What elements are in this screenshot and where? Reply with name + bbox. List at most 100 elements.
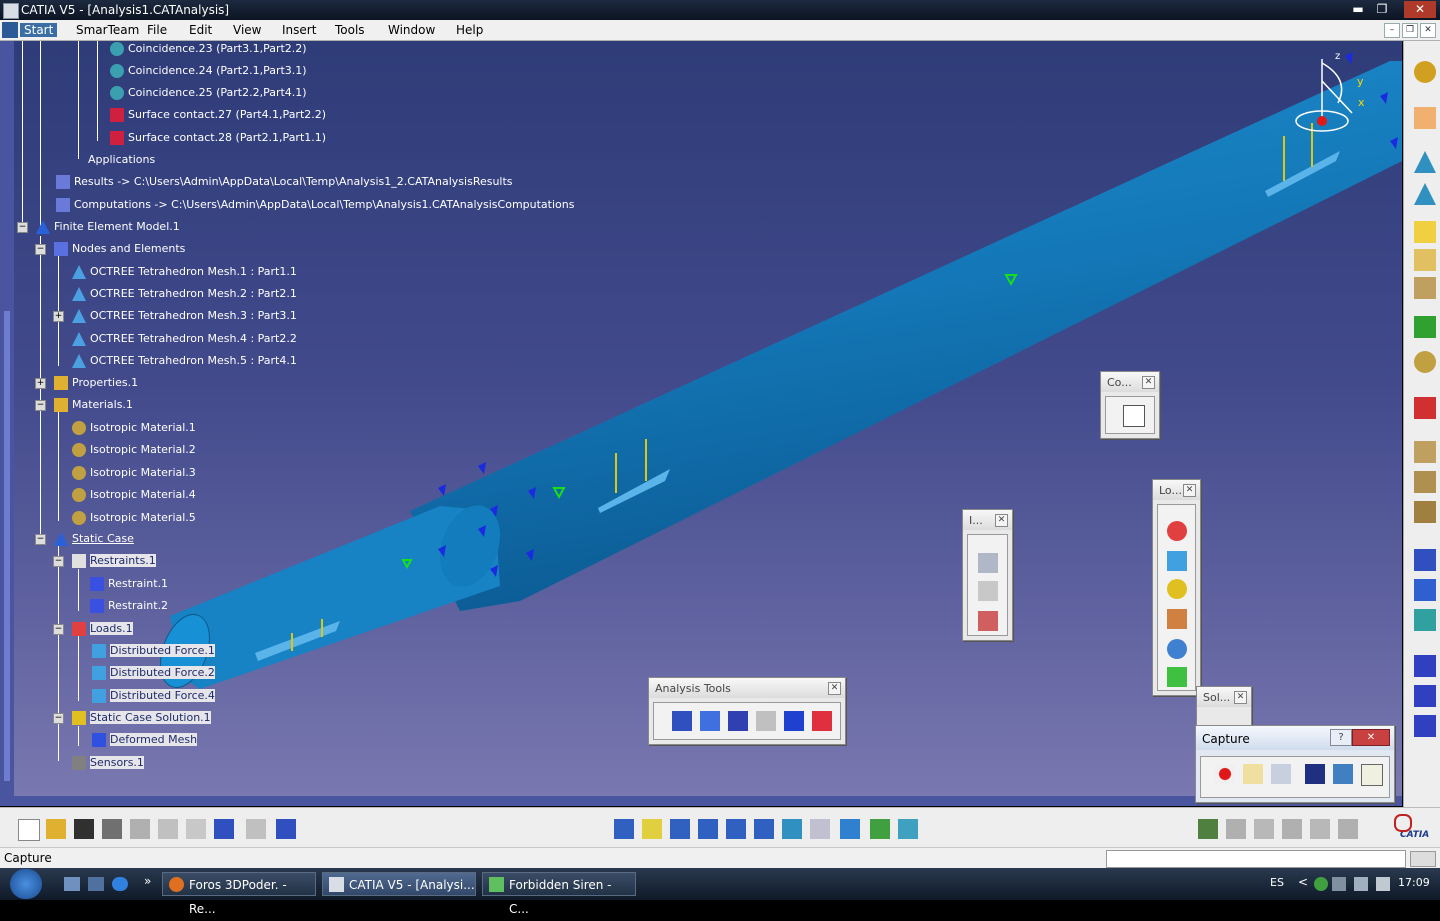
windows-start-button[interactable] <box>10 869 42 899</box>
menu-view[interactable]: View <box>233 23 261 37</box>
tree-node-solution[interactable]: Static Case Solution.1 <box>72 710 211 726</box>
analysis-tool-4-icon[interactable] <box>756 711 776 731</box>
tree-node-restraints[interactable]: Restraints.1 <box>72 553 156 569</box>
expand-toggle[interactable]: + <box>35 378 46 389</box>
normal-view-icon[interactable] <box>782 819 802 839</box>
analysis-tool-2-icon[interactable] <box>700 711 720 731</box>
swap-space-icon[interactable] <box>898 819 918 839</box>
distributed-force-icon[interactable] <box>1167 551 1187 571</box>
rotate-icon[interactable] <box>698 819 718 839</box>
menu-insert[interactable]: Insert <box>282 23 316 37</box>
command-input[interactable] <box>1106 850 1406 868</box>
menu-edit[interactable]: Edit <box>189 23 212 37</box>
tree-node-coincidence23[interactable]: Coincidence.23 (Part3.1,Part2.2) <box>110 41 307 57</box>
expand-toggle[interactable]: − <box>35 534 46 545</box>
switch-windows-icon[interactable] <box>88 877 104 891</box>
tree-node-df2[interactable]: Distributed Force.2 <box>92 665 215 681</box>
menu-start[interactable]: Start <box>20 23 58 37</box>
toolbar-i-header[interactable]: I... ✕ <box>963 510 1012 530</box>
menu-file[interactable]: File <box>147 23 167 37</box>
tree-node-iso4[interactable]: Isotropic Material.4 <box>72 487 196 503</box>
options-icon[interactable] <box>1271 764 1291 784</box>
menu-window[interactable]: Window <box>388 23 435 37</box>
close-icon[interactable]: ✕ <box>1234 691 1247 704</box>
check-icon[interactable] <box>1414 316 1436 338</box>
restraint-tool-3-icon[interactable] <box>1414 609 1436 631</box>
tool-a-icon[interactable] <box>1226 819 1246 839</box>
mesh-tool-2-icon[interactable] <box>1414 183 1436 205</box>
view-mode-icon[interactable] <box>840 819 860 839</box>
hide-show-icon[interactable] <box>870 819 890 839</box>
analysis-tool-1-icon[interactable] <box>672 711 692 731</box>
deformation-icon[interactable] <box>978 611 998 631</box>
undo-icon[interactable] <box>214 819 234 839</box>
restraint-tool-icon[interactable] <box>1414 549 1436 571</box>
help-button[interactable]: ? <box>1330 729 1352 746</box>
analysis-tool-6-icon[interactable] <box>812 711 832 731</box>
redo-icon[interactable] <box>246 819 266 839</box>
tool-d-icon[interactable] <box>1310 819 1330 839</box>
command-button[interactable] <box>1410 851 1436 867</box>
apply-material-icon[interactable] <box>1414 351 1436 373</box>
mdi-minimize-button[interactable]: – <box>1384 23 1400 38</box>
tree-node-deformed[interactable]: Deformed Mesh <box>92 732 198 748</box>
tree-node-static-case[interactable]: Static Case <box>54 531 134 547</box>
analysis-tool-3-icon[interactable] <box>728 711 748 731</box>
shell-property-icon[interactable] <box>1414 249 1436 271</box>
expand-toggle[interactable]: − <box>35 400 46 411</box>
tree-node-mesh5[interactable]: OCTREE Tetrahedron Mesh.5 : Part4.1 <box>72 353 297 369</box>
chart-icon[interactable] <box>1361 764 1383 786</box>
tree-node-mesh4[interactable]: OCTREE Tetrahedron Mesh.4 : Part2.2 <box>72 331 297 347</box>
tree-node-sensors[interactable]: Sensors.1 <box>72 755 144 771</box>
paste-icon[interactable] <box>186 819 206 839</box>
fit-all-icon[interactable] <box>642 819 662 839</box>
tree-node-materials[interactable]: Materials.1 <box>54 397 133 413</box>
virtual-part-icon[interactable] <box>1414 441 1436 463</box>
tree-node-iso5[interactable]: Isotropic Material.5 <box>72 510 196 526</box>
close-icon[interactable]: ✕ <box>828 682 841 695</box>
tree-node-loads[interactable]: Loads.1 <box>72 621 133 637</box>
expand-toggle[interactable]: − <box>35 244 46 255</box>
close-icon[interactable]: ✕ <box>1142 376 1155 389</box>
select-mode-icon[interactable] <box>1243 764 1263 784</box>
pressure-icon[interactable] <box>1167 521 1187 541</box>
print-icon[interactable] <box>102 819 122 839</box>
expand-toggle[interactable]: − <box>53 556 64 567</box>
record-icon[interactable] <box>1215 764 1235 784</box>
language-indicator[interactable]: ES <box>1270 876 1284 889</box>
tree-node-iso3[interactable]: Isotropic Material.3 <box>72 465 196 481</box>
toolbar-co-header[interactable]: Co... ✕ <box>1101 372 1159 392</box>
volume-icon[interactable] <box>1376 877 1390 891</box>
compute-icon[interactable] <box>1123 405 1145 427</box>
expand-toggle[interactable]: − <box>53 624 64 635</box>
whats-this-icon[interactable] <box>276 819 296 839</box>
line-force-icon[interactable] <box>1167 609 1187 629</box>
tray-network-icon[interactable] <box>1314 877 1328 891</box>
mdi-close-button[interactable]: ✕ <box>1420 23 1436 38</box>
material-tool-icon[interactable] <box>1414 277 1436 299</box>
tool-b-icon[interactable] <box>1254 819 1274 839</box>
toolbar-analysis-header[interactable]: Analysis Tools ✕ <box>649 678 845 698</box>
menu-help[interactable]: Help <box>456 23 483 37</box>
start-icon[interactable] <box>2 22 18 38</box>
tree-node-coincidence25[interactable]: Coincidence.25 (Part2.2,Part4.1) <box>110 85 307 101</box>
tool-c-icon[interactable] <box>1282 819 1302 839</box>
tree-node-df1[interactable]: Distributed Force.1 <box>92 643 215 659</box>
tree-node-nodes-elements[interactable]: Nodes and Elements <box>54 241 185 257</box>
minimize-button[interactable]: ▬ <box>1346 1 1370 18</box>
update-icon[interactable] <box>1198 819 1218 839</box>
tree-node-restraint2[interactable]: Restraint.2 <box>90 598 168 614</box>
fly-mode-icon[interactable] <box>614 819 634 839</box>
tree-node-iso2[interactable]: Isotropic Material.2 <box>72 442 196 458</box>
tree-node-surface27[interactable]: Surface contact.27 (Part4.1,Part2.2) <box>110 107 326 123</box>
expand-toggle[interactable]: − <box>17 222 28 233</box>
tree-node-iso1[interactable]: Isotropic Material.1 <box>72 420 196 436</box>
close-button[interactable]: ✕ <box>1404 1 1436 18</box>
tree-node-surface28[interactable]: Surface contact.28 (Part2.1,Part1.1) <box>110 130 326 146</box>
mesh-tool-icon[interactable] <box>1414 151 1436 173</box>
tree-node-restraint1[interactable]: Restraint.1 <box>90 576 168 592</box>
task-catia[interactable]: CATIA V5 - [Analysi... <box>322 872 476 896</box>
quick-view-icon[interactable] <box>810 819 830 839</box>
property-icon[interactable] <box>1414 221 1436 243</box>
tree-node-applications[interactable]: Applications <box>88 152 155 168</box>
